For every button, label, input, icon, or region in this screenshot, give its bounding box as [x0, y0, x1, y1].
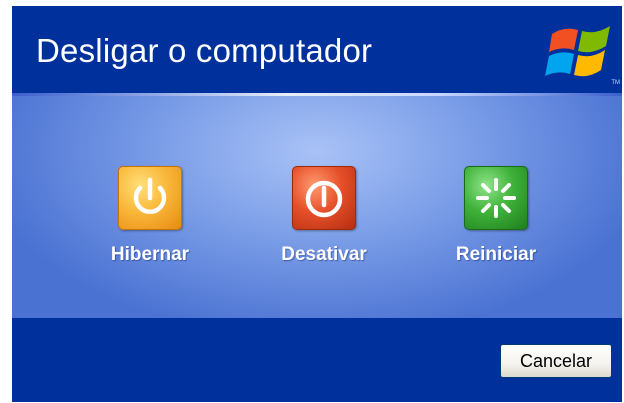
dialog-title: Desligar o computador: [36, 32, 373, 69]
windows-logo-icon: [545, 26, 610, 77]
hibernar-option[interactable]: Hibernar: [80, 166, 220, 266]
options-panel: Hibernar Desativar Reiniciar: [12, 96, 622, 318]
restart-icon[interactable]: [464, 166, 528, 230]
hibernar-label: Hibernar: [110, 244, 190, 265]
hibernate-power-icon[interactable]: [118, 166, 182, 230]
dialog-footer: Cancelar: [12, 318, 622, 402]
desativar-option[interactable]: Desativar: [254, 166, 394, 266]
logo-trademark: TM: [611, 80, 620, 86]
desativar-label: Desativar: [281, 244, 367, 265]
shutdown-dialog: Desligar o computador TM Hibernar Desati…: [12, 6, 622, 402]
reiniciar-label: Reiniciar: [455, 244, 537, 265]
shutdown-power-icon[interactable]: [292, 166, 356, 230]
reiniciar-option[interactable]: Reiniciar: [426, 166, 566, 266]
cancel-button[interactable]: Cancelar: [500, 344, 612, 378]
dialog-header: Desligar o computador TM: [12, 6, 622, 93]
